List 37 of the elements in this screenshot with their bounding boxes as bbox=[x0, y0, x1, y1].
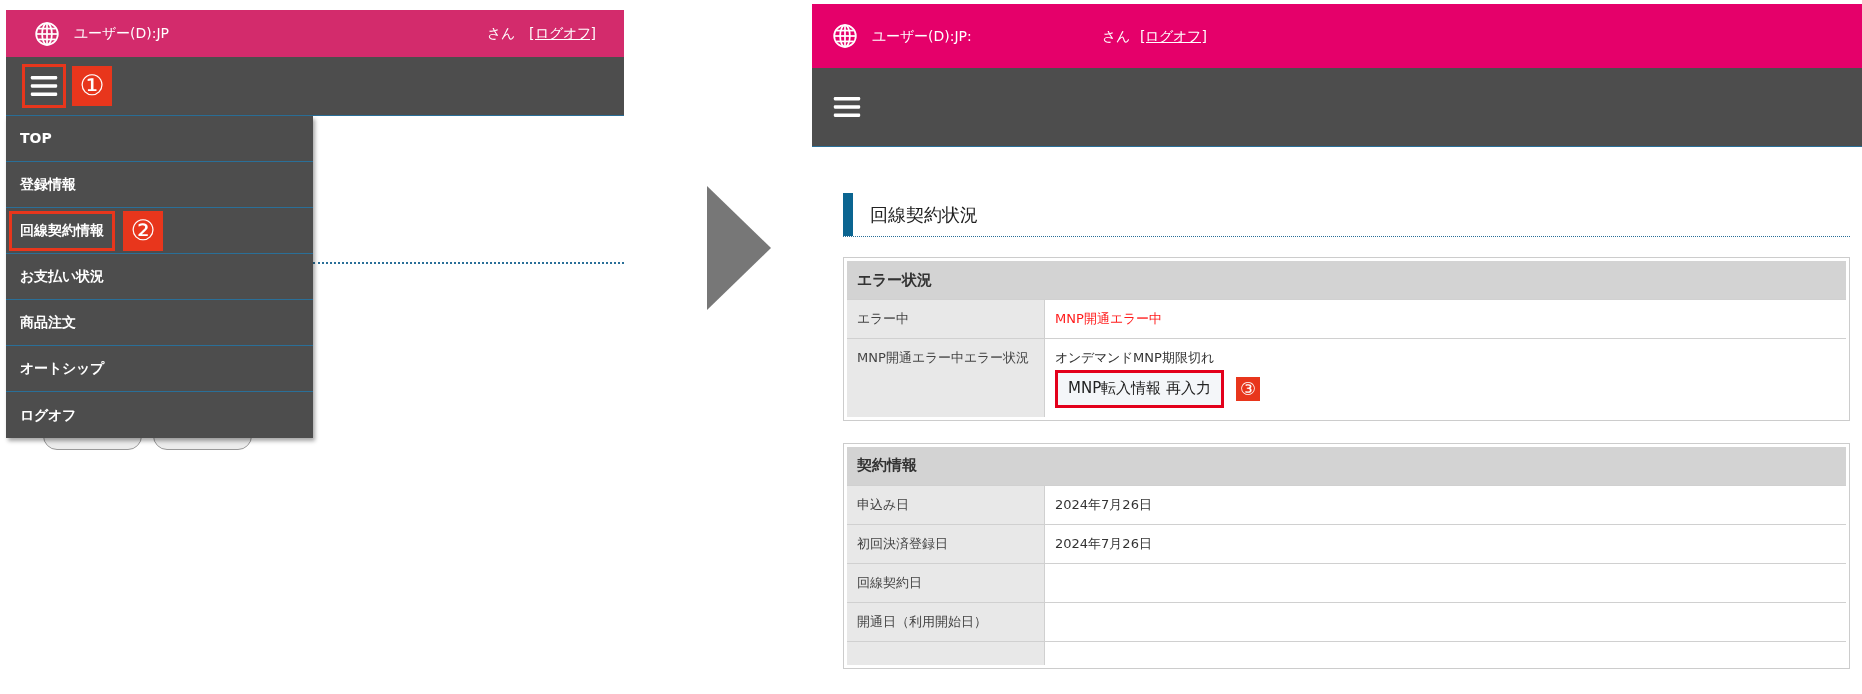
step-marker: ① bbox=[72, 66, 112, 106]
logoff-link[interactable]: [ログオフ] bbox=[529, 23, 596, 44]
menu-item[interactable]: TOP bbox=[9, 118, 63, 159]
logoff-link[interactable]: [ログオフ] bbox=[1140, 25, 1207, 47]
menu-item[interactable]: 商品注文 bbox=[9, 302, 87, 343]
row-label: 初回決済登録日 bbox=[857, 535, 948, 551]
accent-bar bbox=[843, 193, 853, 236]
honorific-text: さん bbox=[1102, 26, 1130, 46]
honorific-text: さん bbox=[487, 24, 516, 43]
row-value: 2024年7月26日 bbox=[1055, 534, 1153, 553]
row-value: MNP開通エラー中 bbox=[1055, 310, 1163, 328]
reenter-button[interactable]: MNP転入情報 再入力 bbox=[1055, 369, 1224, 408]
row-label: MNP開通エラー中エラー状況 bbox=[857, 350, 1029, 365]
user-label: ユーザー(D):JP bbox=[74, 24, 169, 43]
user-label: ユーザー(D):JP: bbox=[872, 26, 973, 46]
arrow-icon bbox=[707, 186, 771, 310]
step-marker: ② bbox=[123, 210, 163, 251]
menu-item[interactable]: お支払い状況 bbox=[9, 256, 115, 297]
row-label: 回線契約日 bbox=[857, 574, 922, 590]
table-title: 契約情報 bbox=[857, 455, 917, 477]
row-label: 申込み日 bbox=[857, 496, 909, 512]
globe-icon bbox=[832, 23, 858, 49]
row-label: 開通日（利用開始日） bbox=[857, 613, 987, 629]
table-title: エラー状況 bbox=[857, 269, 932, 291]
menu-icon bbox=[832, 96, 862, 118]
row-value: オンデマンドMNP期限切れ bbox=[1055, 349, 1215, 367]
menu-icon bbox=[29, 75, 59, 97]
row-value: 2024年7月26日 bbox=[1055, 495, 1153, 514]
menu-button[interactable] bbox=[22, 64, 66, 108]
menu-item[interactable]: オートシップ bbox=[9, 348, 115, 389]
menu-item[interactable]: 回線契約情報 bbox=[9, 210, 115, 251]
section-title: 回線契約状況 bbox=[869, 203, 978, 227]
menu-item[interactable]: 登録情報 bbox=[9, 164, 87, 205]
menu-item[interactable]: ログオフ bbox=[9, 395, 87, 435]
step-marker: ③ bbox=[1236, 376, 1260, 401]
globe-icon bbox=[34, 20, 60, 47]
row-label: エラー中 bbox=[857, 311, 909, 326]
